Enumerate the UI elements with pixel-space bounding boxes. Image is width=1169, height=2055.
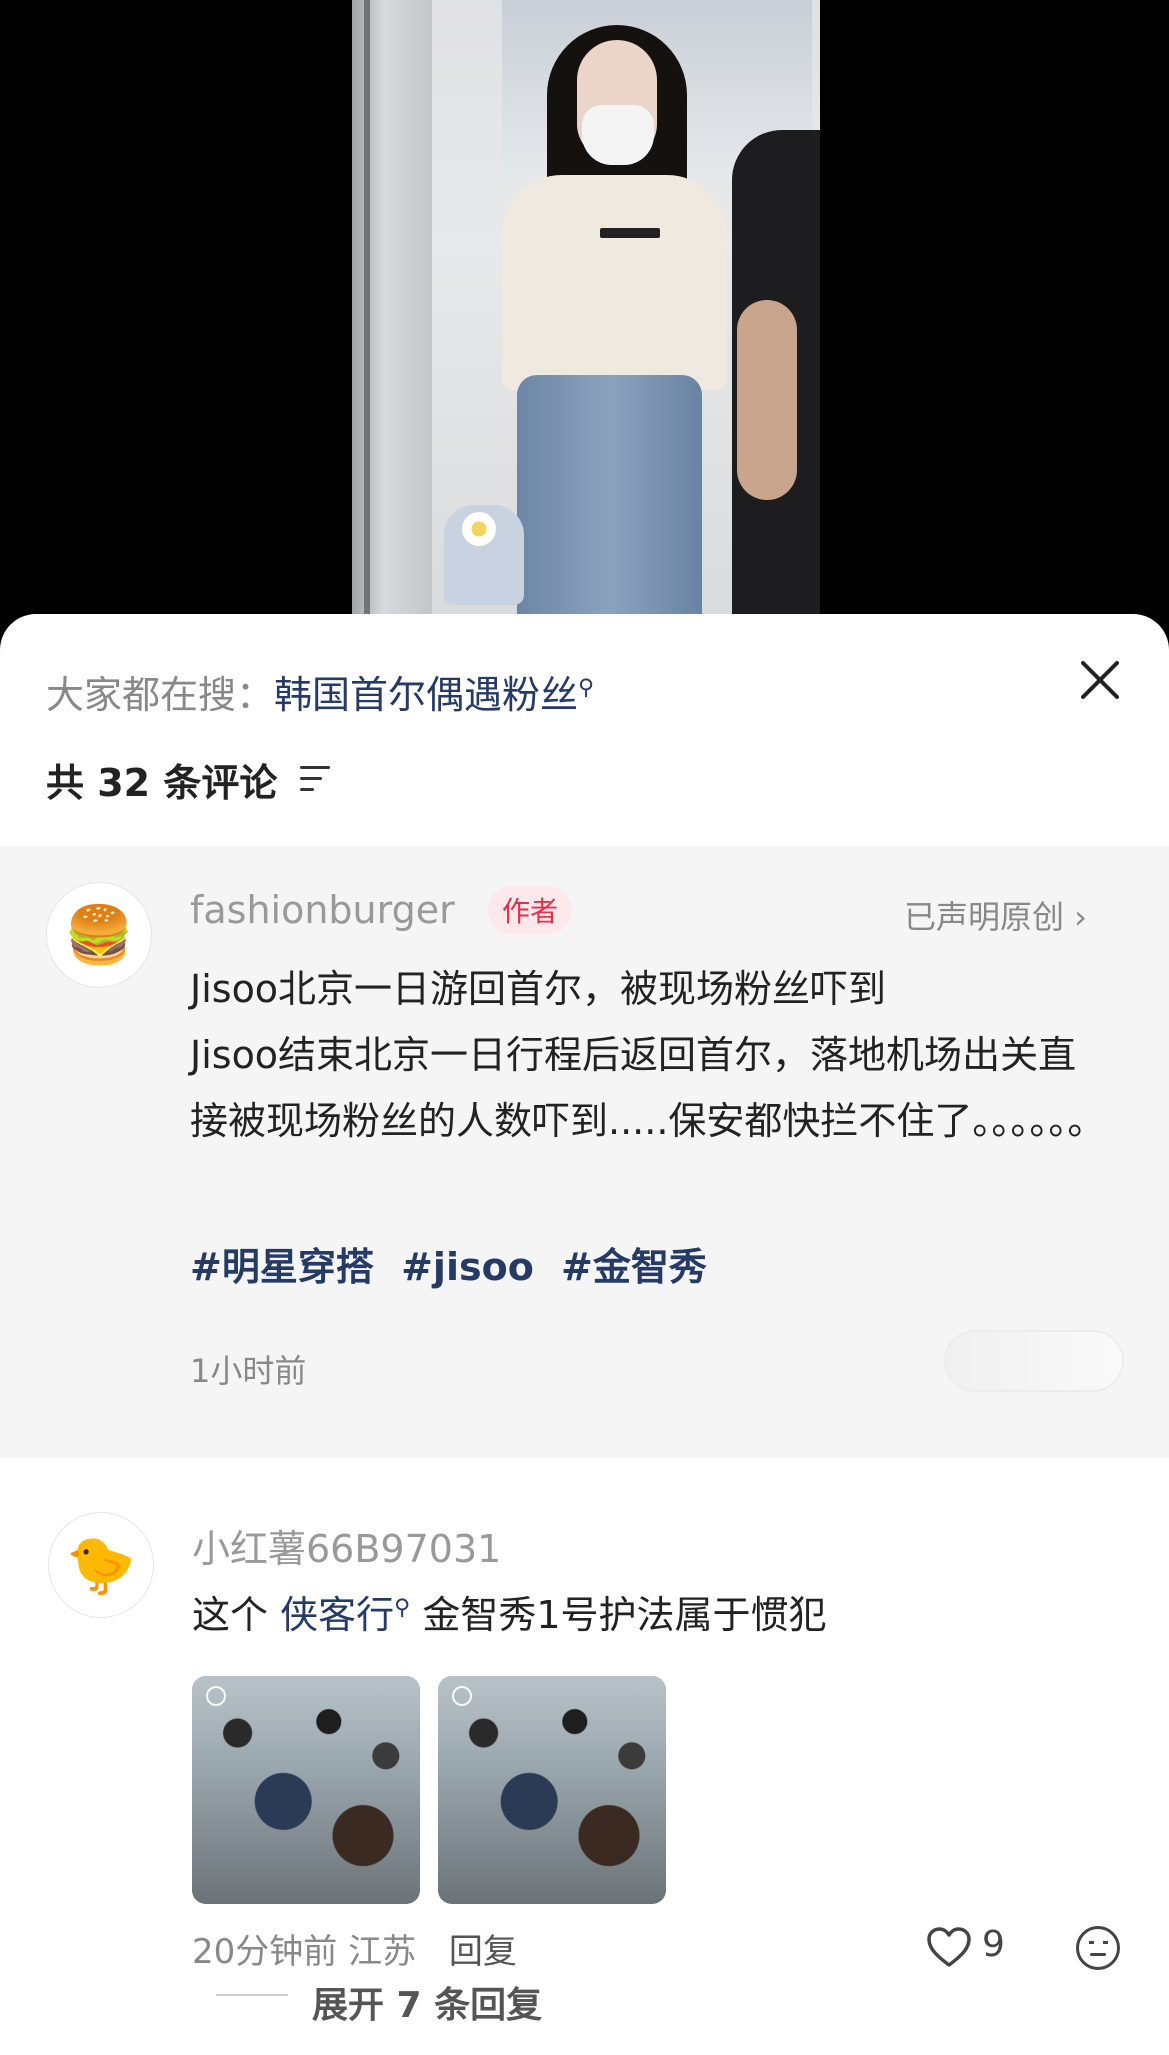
comment-time: 20分钟前 [192, 1932, 338, 1972]
post-content: Jisoo北京一日游回首尔，被现场粉丝吓到 Jisoo结束北京一日行程后返回首尔… [190, 956, 1110, 1154]
author-post: 🍔 fashionburger 作者 已声明原创 › Jisoo北京一日游回首尔… [0, 846, 1169, 1458]
hashtag[interactable]: #明星穿搭 [190, 1245, 374, 1289]
search-suggestion[interactable]: 大家都在搜：韩国首尔偶遇粉丝⚲ [46, 664, 594, 719]
face-mask [582, 105, 654, 165]
search-prefix: 大家都在搜： [46, 673, 275, 717]
search-icon: ⚲ [394, 1595, 411, 1621]
comment-count: 共 32 条评论 [46, 761, 278, 805]
comment-text-after: 金智秀1号护法属于惯犯 [410, 1593, 827, 1637]
sort-icon[interactable] [300, 764, 332, 794]
person-jeans [517, 375, 702, 614]
reply-button[interactable]: 回复 [449, 1932, 517, 1972]
like-count: 9 [982, 1924, 1005, 1965]
emoji-icon[interactable] [1076, 1926, 1120, 1970]
bag-flower [462, 512, 496, 546]
comment-image[interactable] [438, 1676, 666, 1904]
shirt-logo [600, 228, 660, 238]
post-tags: #明星穿搭 #jisoo #金智秀 [190, 1236, 721, 1291]
door-edge [364, 0, 370, 614]
original-declaration-link[interactable]: 已声明原创 › [904, 892, 1087, 938]
video-player[interactable] [0, 0, 1169, 640]
heart-icon [927, 1927, 971, 1967]
crowd-photo [192, 1676, 420, 1904]
post-body-text: Jisoo结束北京一日行程后返回首尔，落地机场出关直接被现场粉丝的人数吓到...… [190, 1033, 1106, 1143]
close-button[interactable] [1076, 656, 1124, 704]
comment-image[interactable] [192, 1676, 420, 1904]
post-timestamp: 1小时前 [190, 1352, 307, 1390]
comment-link[interactable]: 侠客行 [280, 1593, 394, 1637]
commenter-name[interactable]: 小红薯66B97031 [192, 1518, 501, 1573]
person-guard-arm [737, 300, 797, 500]
comment-sheet: 大家都在搜：韩国首尔偶遇粉丝⚲ 共 32 条评论 🍔 fashionburger… [0, 614, 1169, 2055]
author-avatar[interactable]: 🍔 [46, 882, 152, 988]
live-photo-icon [452, 1686, 472, 1706]
comment-text-before: 这个 [192, 1593, 281, 1637]
comment-location: 江苏 [348, 1932, 417, 1972]
commenter-avatar[interactable]: 🐤 [48, 1512, 154, 1618]
expand-replies-button[interactable]: 展开 7 条回复 [312, 1976, 542, 2028]
author-name[interactable]: fashionburger [190, 888, 455, 932]
divider [216, 1994, 288, 1996]
crowd-photo [438, 1676, 666, 1904]
hashtag[interactable]: #金智秀 [561, 1245, 707, 1289]
like-button[interactable]: 9 [926, 1922, 1046, 1972]
blurred-action-pill[interactable] [944, 1330, 1124, 1392]
search-icon: ⚲ [578, 675, 595, 701]
comment-meta: 20分钟前 江苏 回复 [192, 1924, 517, 1973]
video-frame [352, 0, 820, 614]
person-shirt [502, 175, 727, 390]
live-photo-icon [206, 1686, 226, 1706]
comment-text: 这个 侠客行⚲ 金智秀1号护法属于惯犯 [192, 1584, 827, 1639]
author-badge: 作者 [488, 886, 573, 934]
search-term[interactable]: 韩国首尔偶遇粉丝 [274, 673, 578, 717]
hashtag[interactable]: #jisoo [401, 1245, 534, 1289]
post-title: Jisoo北京一日游回首尔，被现场粉丝吓到 [190, 967, 887, 1011]
